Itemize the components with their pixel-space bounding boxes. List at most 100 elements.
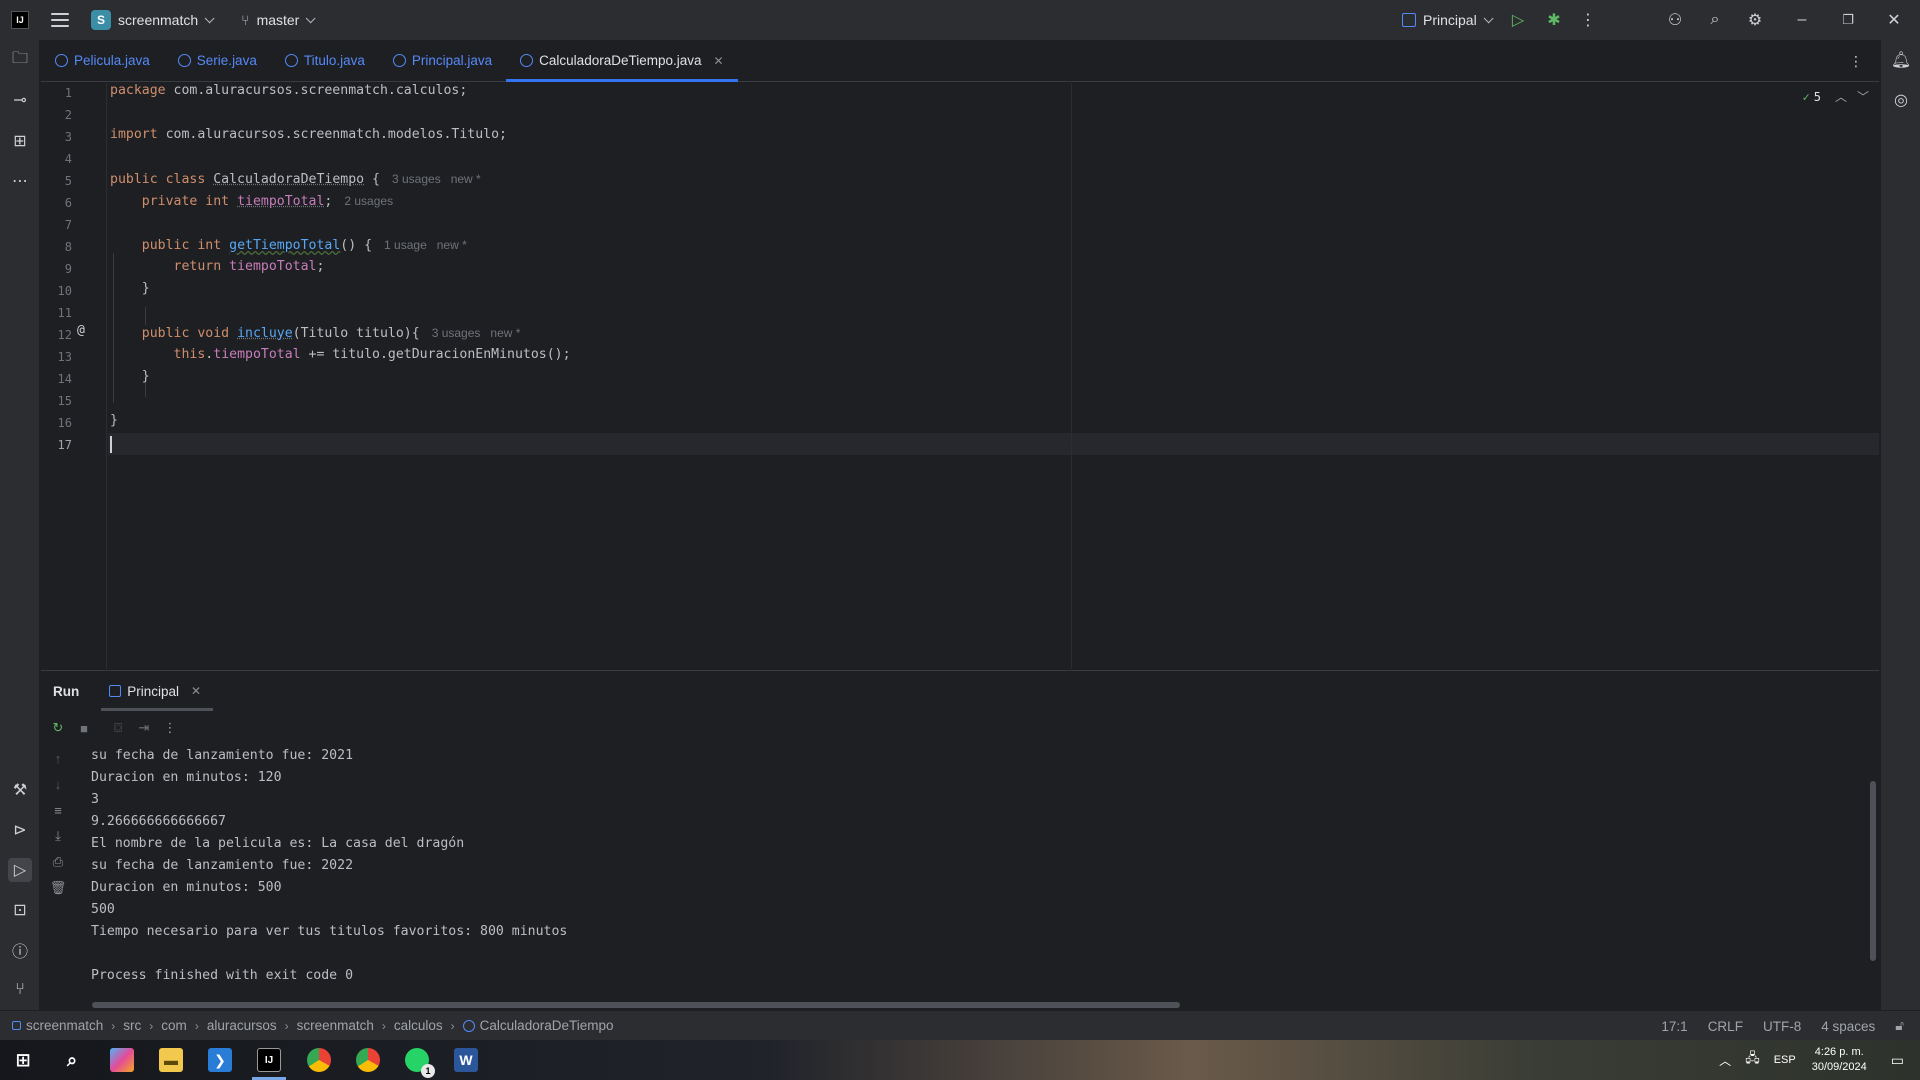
project-folder-icon[interactable]: 🗀 — [8, 48, 32, 72]
chevron-up-icon[interactable]: ︿ — [1719, 1052, 1731, 1069]
usages-hint[interactable]: 3 usages — [432, 326, 481, 340]
more-actions-icon[interactable]: ⋮ — [1578, 10, 1598, 30]
breadcrumb-item[interactable]: aluracursos — [207, 1018, 277, 1033]
git-icon[interactable]: ⑂ — [8, 978, 32, 1002]
close-tab-icon[interactable]: ✕ — [714, 54, 724, 68]
console-vertical-scrollbar[interactable] — [1870, 781, 1876, 961]
whatsapp-icon[interactable]: 1 — [405, 1048, 435, 1078]
vscode-icon[interactable]: ❯ — [208, 1048, 232, 1072]
file-explorer-icon[interactable]: ▬ — [159, 1048, 183, 1072]
breadcrumb-item[interactable]: screenmatch — [26, 1018, 103, 1033]
breadcrumb-item[interactable]: CalculadoraDeTiempo — [480, 1018, 614, 1033]
arrow-up-icon[interactable]: ↑ — [49, 749, 67, 767]
java-class-icon — [177, 54, 191, 67]
author-hint[interactable]: new * — [490, 326, 520, 340]
language-indicator[interactable]: ESP — [1774, 1054, 1796, 1066]
tab-titulo[interactable]: Titulo.java — [271, 40, 379, 82]
terminal-icon[interactable]: ⊡ — [8, 898, 32, 922]
ai-assistant-icon[interactable]: ◎ — [1889, 88, 1913, 112]
branch-selector[interactable]: ⑂ master — [211, 0, 316, 40]
commit-icon[interactable]: ⊸ — [8, 88, 32, 112]
arrow-down-icon[interactable]: ↓ — [49, 775, 67, 793]
copilot-icon[interactable] — [110, 1048, 134, 1072]
breadcrumb-item[interactable]: calculos — [394, 1018, 443, 1033]
java-class-icon — [462, 1019, 475, 1032]
stop-icon[interactable]: ■ — [75, 719, 93, 737]
network-icon[interactable]: 🖧︎ — [1745, 1049, 1760, 1071]
screenshot-icon[interactable]: ⌼ — [109, 719, 127, 737]
search-icon[interactable]: ⌕ — [60, 1048, 84, 1072]
more-tools-icon[interactable]: ⋯ — [8, 169, 32, 193]
restore-icon[interactable]: ❐ — [1838, 10, 1858, 30]
project-selector[interactable]: screenmatch — [111, 0, 215, 40]
rerun-icon[interactable]: ↻ — [49, 719, 67, 737]
java-class-icon — [520, 54, 534, 67]
main-menu-icon[interactable] — [51, 13, 69, 27]
chevron-up-icon[interactable]: ︿ — [1835, 88, 1847, 105]
line-separator[interactable]: CRLF — [1708, 1019, 1743, 1034]
caret-position[interactable]: 17:1 — [1661, 1019, 1687, 1034]
tab-pelicula[interactable]: Pelicula.java — [41, 40, 164, 82]
tab-options-icon[interactable]: ⋮ — [1849, 53, 1863, 70]
author-hint[interactable]: new * — [437, 238, 467, 252]
console-horizontal-scrollbar[interactable] — [92, 1002, 1180, 1008]
chevron-down-icon[interactable]: ﹀ — [1857, 88, 1869, 105]
code-line-16: } — [110, 413, 118, 428]
implements-marker-icon[interactable]: @ — [77, 323, 85, 338]
problems-icon[interactable]: ⓘ — [8, 938, 32, 962]
tab-calculadoradetiempo[interactable]: CalculadoraDeTiempo.java ✕ — [506, 40, 738, 82]
console-line: Process finished with exit code 0 — [91, 968, 354, 983]
services-icon[interactable]: ⊳ — [8, 818, 32, 842]
structure-icon[interactable]: ⊞ — [8, 129, 32, 153]
notification-center-icon[interactable]: ▭ — [1891, 1052, 1904, 1069]
run-configuration-selector[interactable]: Principal — [1402, 0, 1494, 40]
indent-setting[interactable]: 4 spaces — [1821, 1019, 1875, 1034]
word-icon[interactable]: W — [454, 1048, 478, 1072]
chrome-icon[interactable] — [307, 1048, 331, 1072]
add-user-icon[interactable]: ⚇ — [1665, 10, 1685, 30]
intellij-taskbar-icon[interactable]: IJ — [257, 1048, 281, 1072]
close-run-tab-icon[interactable]: ✕ — [191, 684, 201, 698]
trash-icon[interactable]: 🗑︎ — [49, 879, 67, 897]
clock[interactable]: 4:26 p. m. 30/09/2024 — [1812, 1045, 1867, 1075]
inspection-widget[interactable]: ✓ 5 ︿ ﹀ — [1803, 88, 1870, 105]
run-tool-icon[interactable]: ▷ — [8, 858, 32, 882]
print-icon[interactable]: ⎙ — [49, 853, 67, 871]
more-options-icon[interactable]: ⋮ — [161, 719, 179, 737]
run-tab-principal[interactable]: Principal ✕ — [101, 671, 213, 711]
code-line-12: public void incluye(Titulo titulo){3 usa… — [141, 326, 521, 341]
breadcrumb-item[interactable]: screenmatch — [297, 1018, 374, 1033]
console-line: 3 — [91, 792, 99, 807]
breadcrumb-item[interactable]: src — [123, 1018, 141, 1033]
settings-gear-icon[interactable]: ⚙ — [1745, 10, 1765, 30]
intellij-logo-icon[interactable]: IJ — [11, 11, 29, 29]
search-icon[interactable]: ⌕ — [1705, 10, 1725, 30]
lock-icon[interactable]: 🔓︎ — [1895, 1018, 1904, 1034]
notifications-bell-icon[interactable]: 🔔︎ — [1889, 48, 1913, 72]
console-output[interactable]: su fecha de lanzamiento fue: 2021 Duraci… — [91, 745, 1831, 985]
run-icon[interactable]: ▷ — [1508, 10, 1528, 30]
usages-hint[interactable]: 1 usage — [384, 238, 427, 252]
build-hammer-icon[interactable]: ⚒ — [8, 778, 32, 802]
code-editor[interactable]: 1 2 3 4 5 6 7 8 9 10 11 12 13 14 15 16 1… — [41, 83, 1879, 669]
tab-serie[interactable]: Serie.java — [164, 40, 271, 82]
chrome-profile-icon[interactable] — [356, 1048, 380, 1072]
console-line: 9.266666666666667 — [91, 814, 226, 829]
soft-wrap-icon[interactable]: ≡ — [49, 801, 67, 819]
scroll-to-end-icon[interactable]: ⤓ — [49, 827, 67, 845]
windows-start-icon[interactable]: ⊞ — [11, 1048, 35, 1072]
tab-principal[interactable]: Principal.java — [379, 40, 506, 82]
author-hint[interactable]: new * — [451, 172, 481, 186]
close-window-icon[interactable]: ✕ — [1884, 10, 1904, 30]
notification-badge: 1 — [421, 1064, 435, 1078]
breadcrumb-item[interactable]: com — [161, 1018, 187, 1033]
line-number: 2 — [64, 108, 72, 122]
file-encoding[interactable]: UTF-8 — [1763, 1019, 1801, 1034]
chevron-right-icon: › — [284, 1018, 289, 1033]
usages-hint[interactable]: 2 usages — [344, 194, 393, 208]
minimize-icon[interactable]: – — [1792, 10, 1812, 30]
line-number-gutter[interactable]: 1 2 3 4 5 6 7 8 9 10 11 12 13 14 15 16 1… — [41, 83, 107, 669]
exit-icon[interactable]: ⇥ — [135, 719, 153, 737]
usages-hint[interactable]: 3 usages — [392, 172, 441, 186]
debug-icon[interactable]: ✱ — [1544, 10, 1564, 30]
